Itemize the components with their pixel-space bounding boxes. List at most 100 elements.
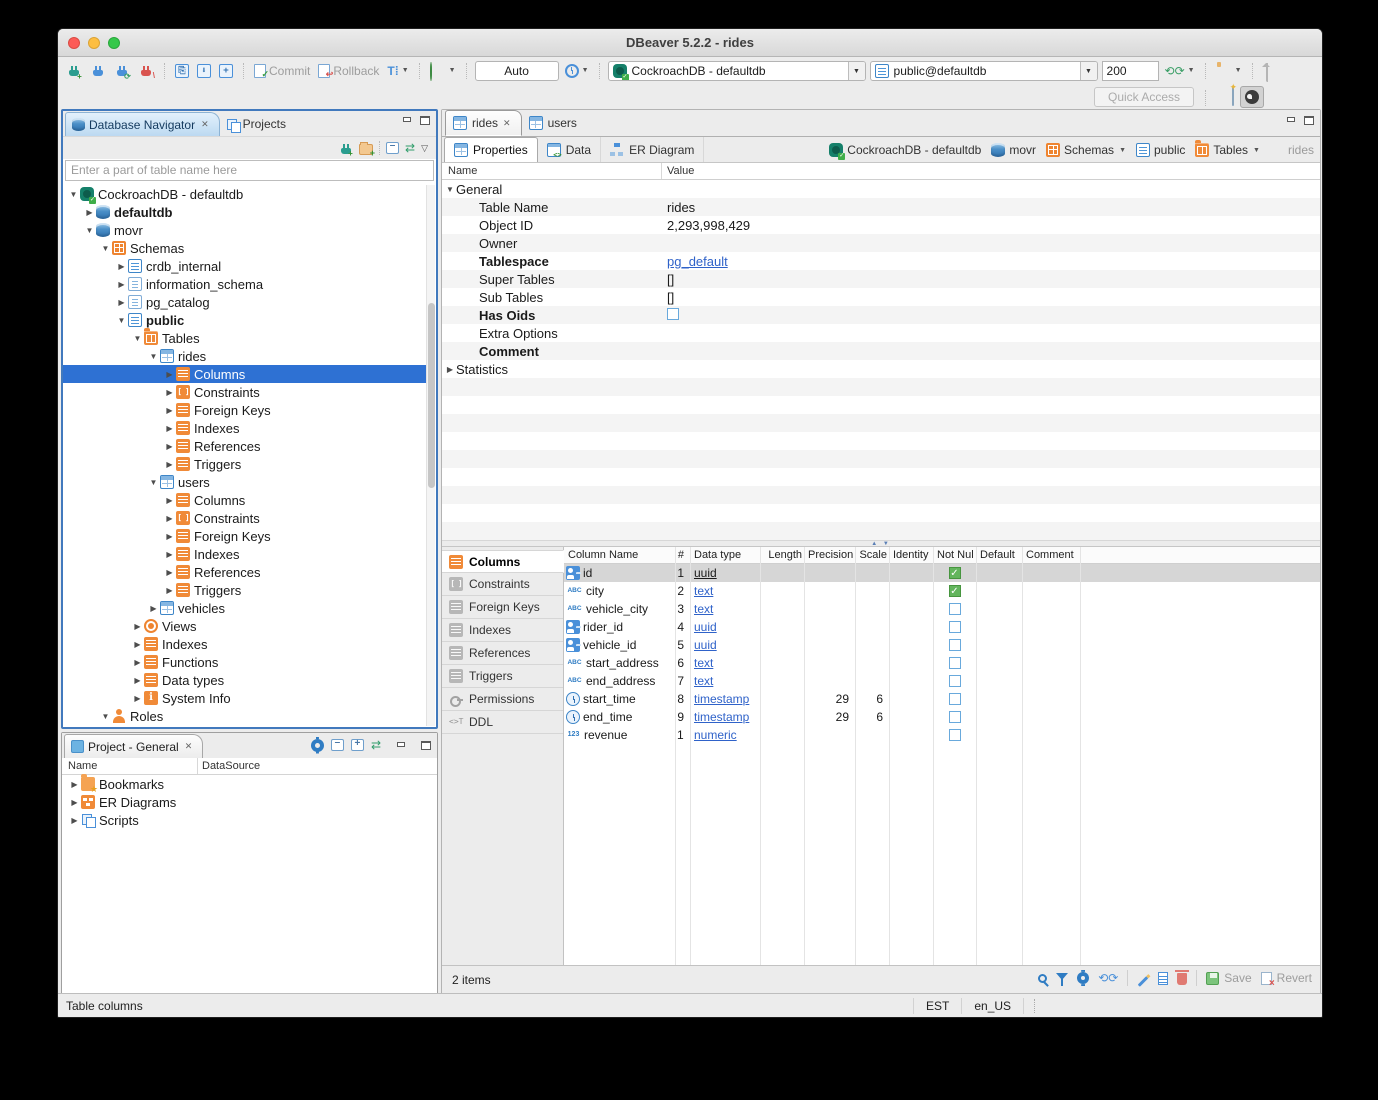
close-icon[interactable]: ✕ [185, 741, 193, 752]
tree-item[interactable]: ▶Constraints [63, 383, 426, 401]
expand-icon[interactable]: ▶ [115, 298, 128, 307]
chevron-down-icon[interactable]: ▼ [1253, 147, 1260, 154]
column-name-cell[interactable]: vehicle_id [566, 636, 675, 654]
tree-item[interactable]: ▶Triggers [63, 455, 426, 473]
collapse-icon[interactable]: ▼ [115, 316, 128, 325]
rollback-button[interactable]: ↩ Rollback [316, 60, 381, 82]
table-row[interactable]: revenue10numeric [564, 726, 1320, 744]
not-null-cell[interactable] [933, 618, 976, 636]
column-name-cell[interactable]: start_time [566, 690, 675, 708]
property-row[interactable]: Tablespacepg_default [442, 252, 1320, 270]
tree-item[interactable]: ▶defaultdb [63, 203, 426, 221]
commit-button[interactable]: ✓ Commit [252, 60, 312, 82]
grid-column-header[interactable]: Length [764, 549, 802, 561]
data-type-cell[interactable]: uuid [694, 564, 756, 582]
checkbox-checked-icon[interactable] [949, 585, 961, 597]
tree-item[interactable]: ▼users [63, 473, 426, 491]
tab-projects[interactable]: Projects [220, 112, 296, 136]
tree-item[interactable]: ▼rides [63, 347, 426, 365]
new-sql-script-button[interactable]: + [217, 60, 235, 82]
side-tab-references[interactable]: References [442, 642, 563, 665]
not-null-cell[interactable] [933, 600, 976, 618]
tree-item[interactable]: ▶Foreign Keys [63, 527, 426, 545]
expand-icon[interactable]: ▶ [115, 262, 128, 271]
checkbox-icon[interactable] [949, 603, 961, 615]
property-row[interactable]: Owner [442, 234, 1320, 252]
close-icon[interactable]: ✕ [201, 119, 209, 130]
new-connection-button[interactable]: + [64, 60, 84, 82]
not-null-cell[interactable] [933, 564, 976, 582]
side-tab-constraints[interactable]: Constraints [442, 573, 563, 596]
data-type-link[interactable]: text [694, 672, 713, 690]
expand-icon[interactable]: ▶ [163, 514, 176, 523]
quick-access-button[interactable]: Quick Access [1094, 87, 1194, 107]
open-sql-editor-button[interactable]: ⬇ [195, 60, 213, 82]
grid-column-header[interactable]: # [675, 549, 684, 561]
grid-column-header[interactable]: Scale [859, 549, 887, 561]
property-link[interactable]: pg_default [667, 254, 728, 269]
not-null-cell[interactable] [933, 690, 976, 708]
grid-cell[interactable]: 10 [677, 726, 684, 744]
breadcrumb-item[interactable]: Tables▼ [1195, 143, 1260, 157]
minimize-editor-button[interactable] [1286, 116, 1296, 125]
tree-item[interactable]: ▼Schemas [63, 239, 426, 257]
delete-icon[interactable] [1177, 973, 1187, 985]
tree-item[interactable]: ▶References [63, 563, 426, 581]
grid-cell[interactable]: 5 [677, 636, 684, 654]
link-with-editor-icon[interactable]: ⇄ [405, 141, 415, 155]
collapse-all-icon[interactable] [331, 739, 344, 751]
expand-icon[interactable]: ▶ [163, 568, 176, 577]
property-value[interactable] [667, 308, 679, 323]
data-type-cell[interactable]: text [694, 654, 756, 672]
maximize-view-button[interactable] [420, 116, 430, 125]
expand-all-icon[interactable] [351, 739, 364, 751]
tree-item[interactable]: ▶Indexes [63, 419, 426, 437]
column-name-cell[interactable]: id [566, 564, 675, 582]
data-type-link[interactable]: uuid [694, 636, 717, 654]
disconnect-button[interactable]: \ [136, 60, 156, 82]
columns-view-icon[interactable] [1158, 972, 1168, 985]
tree-item[interactable]: ▶vehicles [63, 599, 426, 617]
grid-cell[interactable]: 6 [857, 690, 883, 708]
editor-tab-rides[interactable]: rides✕ [445, 110, 522, 136]
tree-item[interactable]: ▶Columns [63, 365, 426, 383]
side-tab-permissions[interactable]: Permissions [442, 688, 563, 711]
tree-item[interactable]: ▶Foreign Keys [63, 401, 426, 419]
property-row[interactable]: Comment [442, 342, 1320, 360]
property-row[interactable]: ▼General [442, 180, 1320, 198]
table-row[interactable]: vehicle_id5 uuid [564, 636, 1320, 654]
transaction-log-button[interactable]: ▼ [563, 60, 591, 82]
minimize-view-button[interactable] [396, 741, 406, 750]
tree-item[interactable]: ▶Indexes [63, 545, 426, 563]
dbeaver-perspective-button[interactable] [1240, 86, 1264, 108]
grid-column-header[interactable]: Not Null [937, 549, 974, 561]
collapse-icon[interactable]: ▼ [67, 190, 80, 199]
property-value[interactable]: [] [667, 272, 674, 287]
table-row[interactable]: start_address6text [564, 654, 1320, 672]
revert-icon[interactable] [1261, 972, 1272, 985]
data-type-link[interactable]: uuid [694, 564, 717, 582]
property-value[interactable]: pg_default [667, 254, 728, 269]
grid-cell[interactable]: 6 [677, 654, 684, 672]
grid-cell[interactable]: 29 [806, 708, 849, 726]
tree-item[interactable]: ▶Indexes [63, 635, 426, 653]
format-button[interactable]: ▼ [1214, 60, 1244, 82]
prop-value-header[interactable]: Value [667, 165, 694, 177]
data-type-link[interactable]: numeric [694, 726, 737, 744]
grid-cell[interactable]: 7 [677, 672, 684, 690]
locale-indicator[interactable]: en_US [962, 998, 1024, 1014]
debug-button[interactable]: ▼ [428, 60, 458, 82]
grid-column-header[interactable]: Precision [808, 549, 853, 561]
expand-icon[interactable]: ▶ [163, 550, 176, 559]
settings-icon[interactable] [1077, 972, 1089, 984]
tree-item[interactable]: ▶Triggers [63, 581, 426, 599]
table-row[interactable]: city2text [564, 582, 1320, 600]
expand-icon[interactable]: ▶ [163, 586, 176, 595]
tree-item[interactable]: ▶pg_catalog [63, 293, 426, 311]
not-null-cell[interactable] [933, 654, 976, 672]
side-tab-indexes[interactable]: Indexes [442, 619, 563, 642]
column-name-cell[interactable]: city [566, 582, 675, 600]
edit-icon[interactable] [1138, 976, 1149, 987]
expand-icon[interactable]: ▶ [68, 816, 81, 825]
column-header-name[interactable]: Name [68, 760, 97, 772]
